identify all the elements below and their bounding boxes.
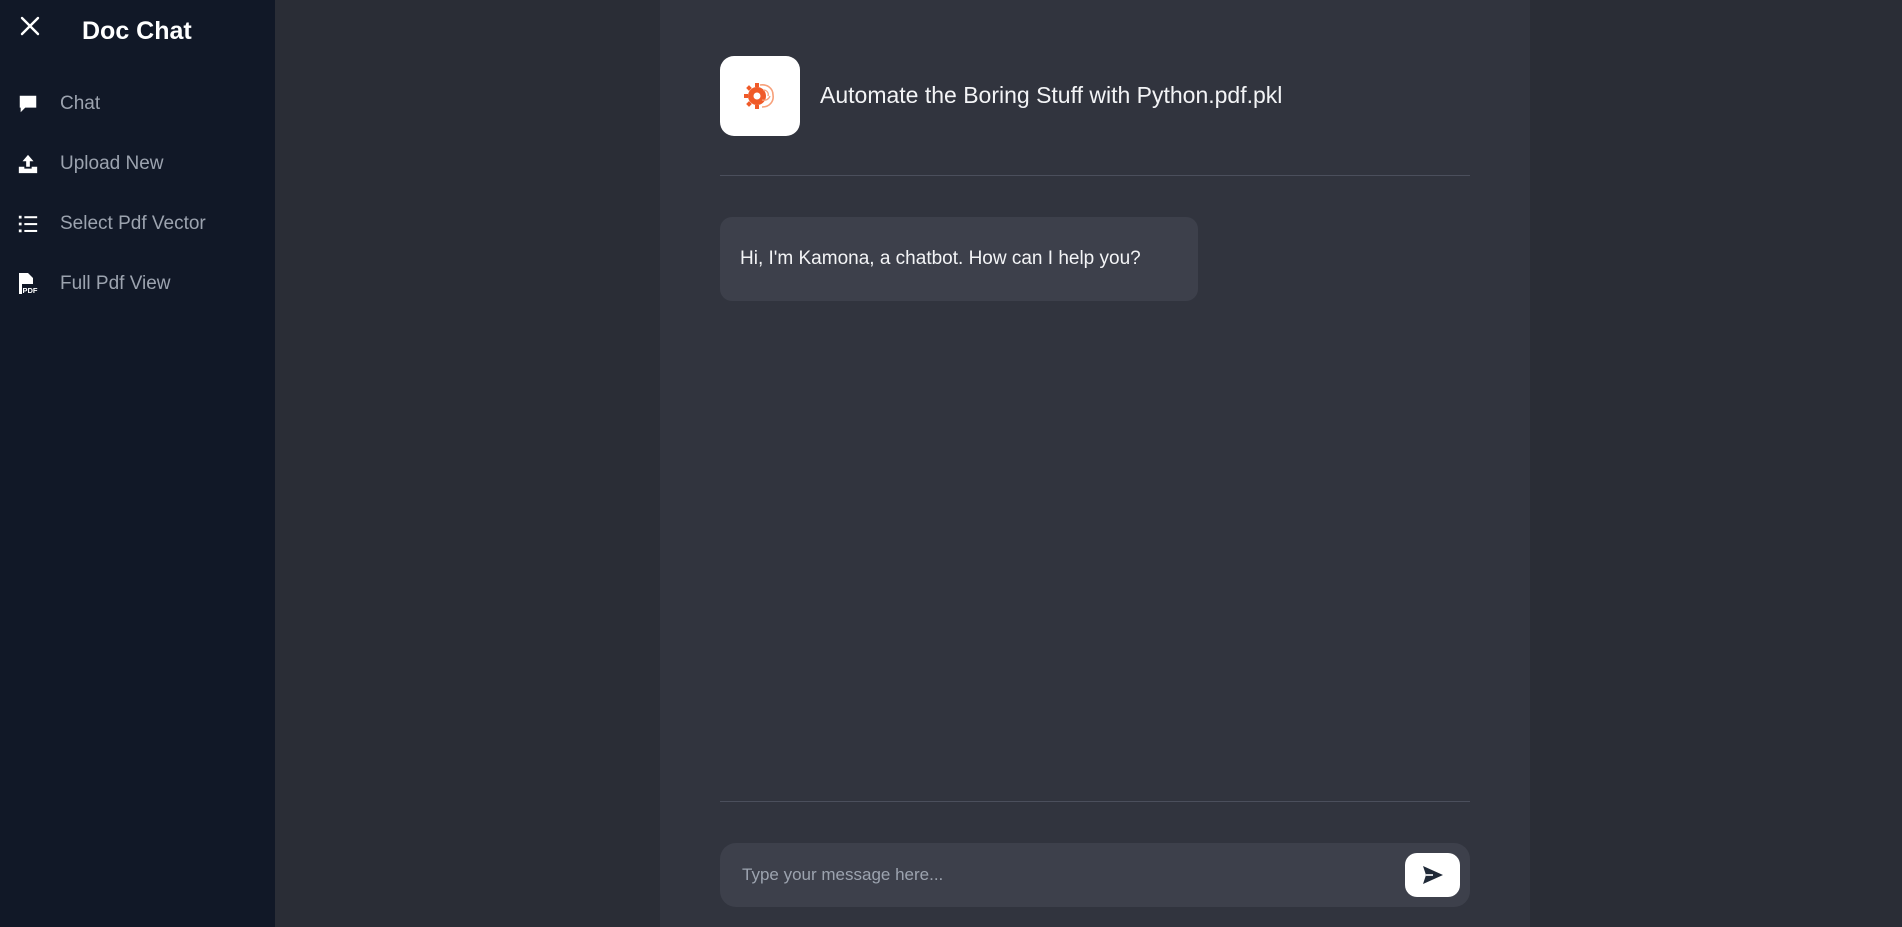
send-button[interactable] — [1405, 853, 1460, 897]
sidebar-item-upload-new[interactable]: Upload New — [0, 134, 275, 194]
sidebar-item-chat[interactable]: Chat — [0, 74, 275, 134]
document-title: Automate the Boring Stuff with Python.pd… — [820, 82, 1283, 108]
chat-bubble-icon — [16, 92, 40, 116]
chat-header: Automate the Boring Stuff with Python.pd… — [720, 56, 1470, 176]
bot-message: Hi, I'm Kamona, a chatbot. How can I hel… — [720, 217, 1198, 301]
sidebar-nav: Chat Upload New Select Pdf Vector PDF Fu… — [0, 74, 275, 314]
input-divider — [720, 801, 1470, 802]
close-sidebar-button[interactable] — [18, 14, 42, 38]
chat-panel: Automate the Boring Stuff with Python.pd… — [660, 0, 1530, 927]
app-title: Doc Chat — [82, 17, 192, 45]
sidebar-item-label: Full Pdf View — [60, 273, 171, 294]
sidebar: Doc Chat Chat Upload New Select Pdf Vect… — [0, 0, 275, 927]
close-icon — [20, 16, 40, 36]
sidebar-item-label: Chat — [60, 93, 101, 114]
svg-text:PDF: PDF — [23, 286, 38, 295]
send-icon — [1422, 866, 1443, 884]
sidebar-item-label: Upload New — [60, 153, 164, 174]
message-input[interactable] — [740, 843, 1380, 907]
sidebar-item-label: Select Pdf Vector — [60, 213, 206, 234]
message-composer — [720, 843, 1470, 907]
sidebar-item-full-pdf-view[interactable]: PDF Full Pdf View — [0, 254, 275, 314]
brain-gear-icon — [744, 83, 774, 109]
document-logo — [720, 56, 800, 136]
pdf-file-icon: PDF — [16, 272, 40, 296]
message-text: Hi, I'm Kamona, a chatbot. How can I hel… — [740, 248, 1141, 269]
list-icon — [16, 212, 40, 236]
upload-icon — [16, 152, 40, 176]
sidebar-item-select-pdf-vector[interactable]: Select Pdf Vector — [0, 194, 275, 254]
